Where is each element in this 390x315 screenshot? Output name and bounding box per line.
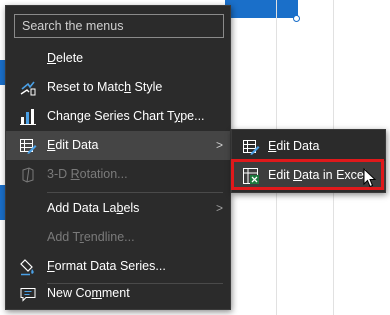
menu-item-edit-data[interactable]: Edit Data > [6,131,230,160]
context-menu: Search the menus Delete Reset to Match S… [5,5,231,310]
menu-item-format-data-series[interactable]: Format Data Series... [6,252,230,281]
chart-bar-top[interactable] [225,0,298,18]
menu-item-3d-rotation[interactable]: 3-D Rotation... [6,160,230,189]
menu-search-input[interactable]: Search the menus [14,14,224,38]
mouse-cursor-icon [363,167,377,188]
chevron-right-icon: > [215,138,223,152]
submenu-item-label: Edit Data [268,139,320,153]
menu-item-label: Delete [47,51,84,65]
format-paint-icon [19,258,37,276]
edit-data-icon [242,138,260,156]
menu-item-delete[interactable]: Delete [6,44,230,73]
menu-item-label: 3-D Rotation... [47,167,128,181]
menu-item-change-chart-type[interactable]: Change Series Chart Type... [6,102,230,131]
edit-data-icon [19,137,37,155]
reset-style-icon [19,79,37,97]
menu-item-add-trendline[interactable]: Add Trendline... [6,223,230,252]
menu-item-label: New Comment [47,286,130,300]
new-comment-icon [19,285,37,303]
excel-icon [242,167,260,185]
menu-item-label: Change Series Chart Type... [47,109,205,123]
rotation-3d-icon [19,166,37,184]
chart-type-icon [19,108,37,126]
submenu-item-label: Edit Data in Excel [268,168,367,182]
menu-separator [47,192,223,193]
submenu-item-edit-data[interactable]: Edit Data [232,132,385,161]
menu-item-label: Reset to Match Style [47,80,163,94]
menu-item-label: Add Trendline... [47,230,135,244]
menu-item-add-data-labels[interactable]: Add Data Labels > [6,194,230,223]
menu-item-new-comment[interactable]: New Comment [6,279,230,308]
menu-item-label: Add Data Labels [47,201,140,215]
selection-handle[interactable] [293,15,300,22]
menu-item-label: Edit Data [47,138,99,152]
menu-item-reset-style[interactable]: Reset to Match Style [6,73,230,102]
chevron-right-icon: > [215,201,223,215]
menu-item-label: Format Data Series... [47,259,166,273]
